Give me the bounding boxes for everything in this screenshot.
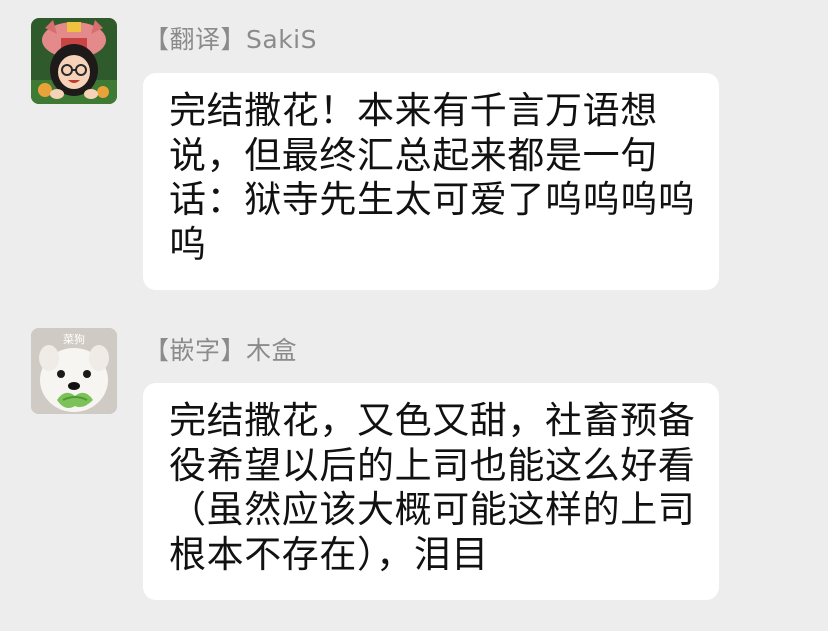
message-text: 完结撒花，又色又甜，社畜预备役希望以后的上司也能这么好看（虽然应该大概可能这样的…	[169, 399, 696, 576]
message-bubble[interactable]: 完结撒花！本来有千言万语想说，但最终汇总起来都是一句话：狱寺先生太可爱了呜呜呜呜…	[143, 73, 719, 290]
sender-name: 【翻译】SakiS	[144, 25, 317, 54]
avatar-muhe[interactable]: 菜狗	[31, 328, 117, 414]
sender-name: 【嵌字】木盒	[144, 336, 298, 365]
avatar-badge: 菜狗	[63, 333, 85, 346]
message-bubble[interactable]: 完结撒花，又色又甜，社畜预备役希望以后的上司也能这么好看（虽然应该大概可能这样的…	[143, 383, 719, 600]
avatar-sakis[interactable]	[31, 18, 117, 104]
avatar-image	[31, 18, 117, 104]
message-text: 完结撒花！本来有千言万语想说，但最终汇总起来都是一句话：狱寺先生太可爱了呜呜呜呜…	[169, 89, 696, 266]
